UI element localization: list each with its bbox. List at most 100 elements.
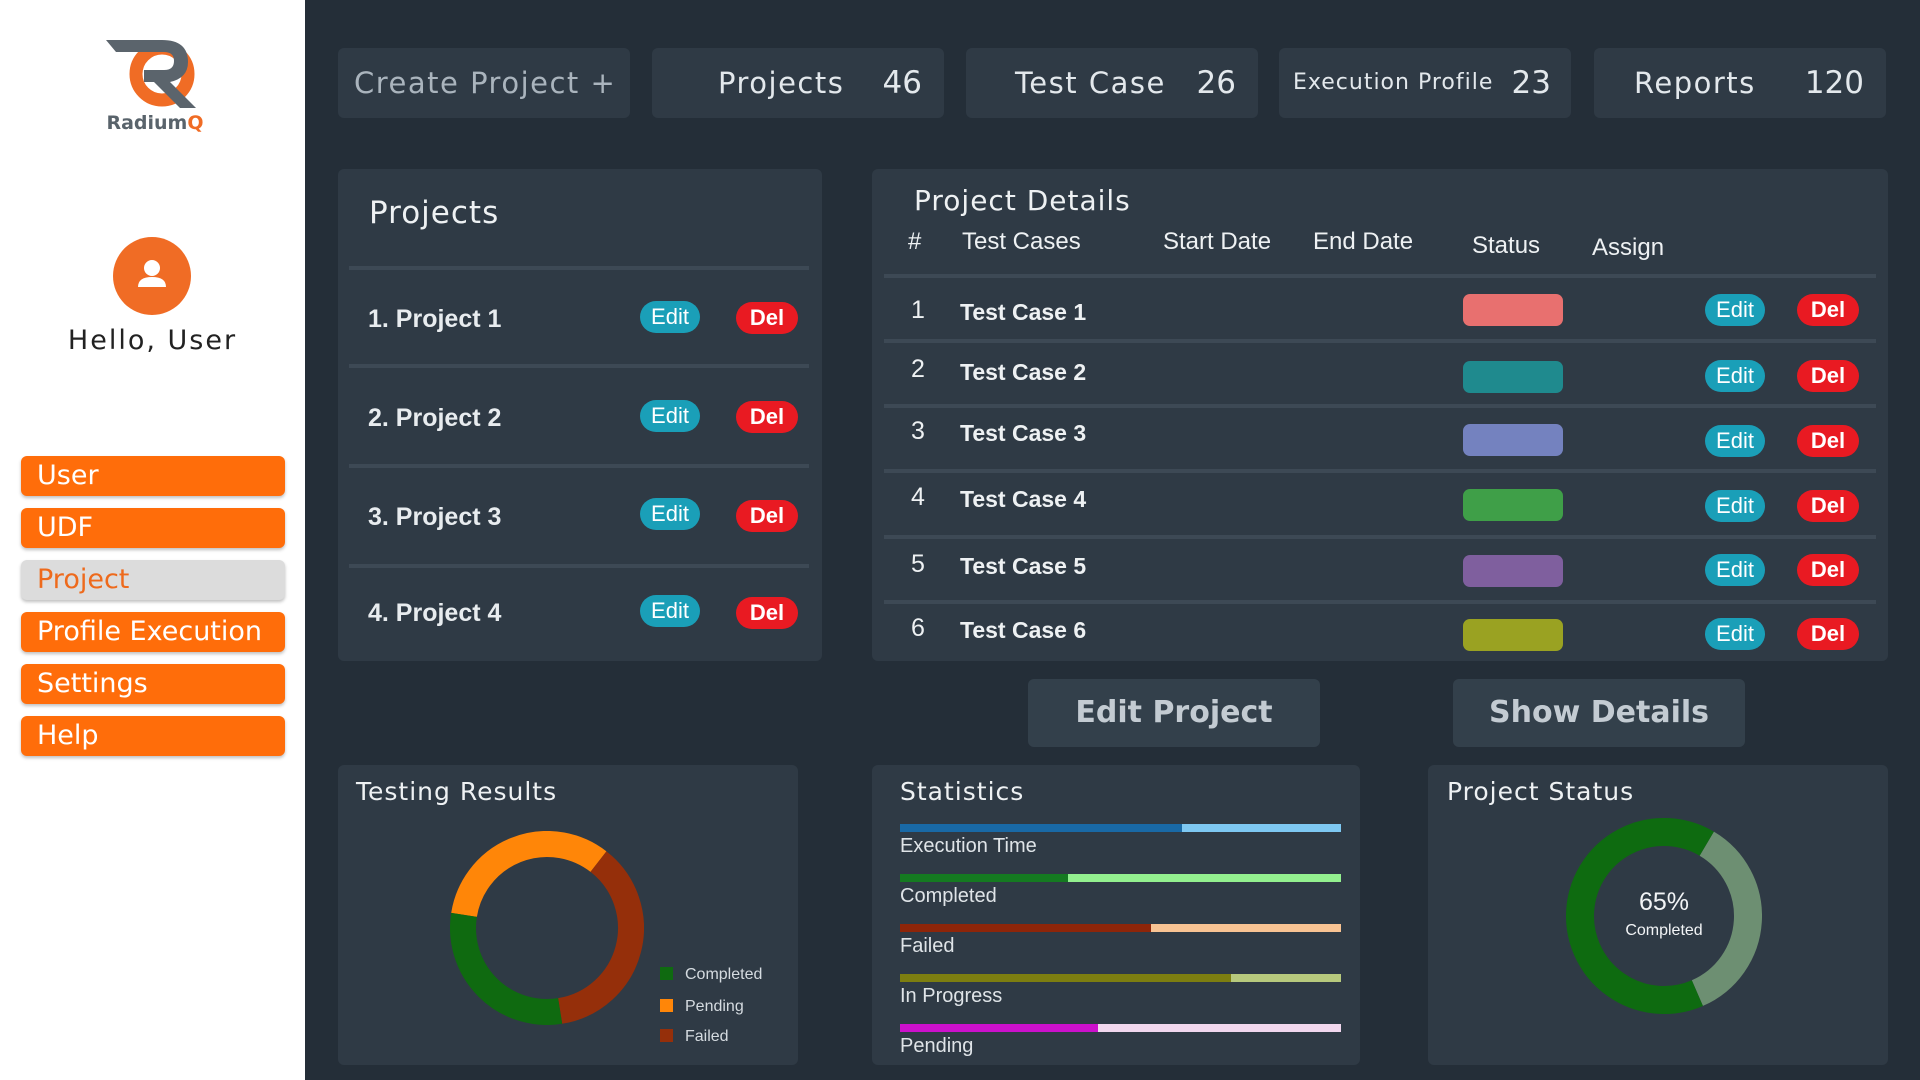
testing-results-title: Testing Results (356, 777, 558, 806)
projects-panel: Projects 1. Project 1 Edit Del 2. Projec… (338, 169, 822, 661)
status-pill (1463, 361, 1563, 393)
sidebar-item-profile-execution[interactable]: Profile Execution (21, 612, 285, 652)
stat-bar-fill (900, 974, 1231, 982)
stat-bar-in-progress (900, 974, 1341, 982)
create-project-label: Create Project + (354, 66, 617, 100)
project-item-name[interactable]: 1. Project 1 (368, 305, 501, 334)
edit-test-case-4-button[interactable]: Edit (1705, 490, 1765, 522)
stat-bar-failed (900, 924, 1341, 932)
row-number: 1 (911, 296, 925, 324)
test-case-count-label: Test Case (1015, 66, 1166, 100)
stat-bar-fill (900, 874, 1068, 882)
divider (349, 266, 809, 270)
stat-bar-fill (900, 1024, 1099, 1032)
status-pill (1463, 489, 1563, 521)
test-case-count-value: 26 (1196, 65, 1236, 101)
legend-swatch-completed (660, 967, 673, 980)
sidebar-item-user[interactable]: User (21, 456, 285, 496)
edit-project-1-button[interactable]: Edit (640, 301, 700, 333)
column-header-end-date: End Date (1313, 228, 1414, 255)
edit-project-3-button[interactable]: Edit (640, 498, 700, 530)
user-avatar[interactable] (113, 237, 191, 315)
donut-slice-completed (450, 912, 563, 1025)
project-item-name[interactable]: 2. Project 2 (368, 404, 501, 433)
create-project-button[interactable]: Create Project + (338, 48, 630, 118)
stat-bar-completed (900, 874, 1341, 882)
delete-test-case-2-button[interactable]: Del (1797, 360, 1859, 392)
projects-panel-title: Projects (369, 195, 500, 231)
edit-test-case-2-button[interactable]: Edit (1705, 360, 1765, 392)
status-pill (1463, 424, 1563, 456)
delete-test-case-6-button[interactable]: Del (1797, 618, 1859, 650)
divider (884, 535, 1876, 539)
radiumq-logo[interactable]: RadiumQ (95, 30, 215, 140)
project-item-name[interactable]: 4. Project 4 (368, 599, 501, 628)
delete-project-4-button[interactable]: Del (736, 597, 798, 629)
project-item-name[interactable]: 3. Project 3 (368, 503, 501, 532)
stat-label-failed: Failed (900, 935, 955, 957)
edit-project-2-button[interactable]: Edit (640, 400, 700, 432)
stat-bar-fill (900, 924, 1152, 932)
divider (349, 464, 809, 468)
reports-count-card[interactable]: Reports 120 (1594, 48, 1886, 118)
test-case-count-card[interactable]: Test Case 26 (966, 48, 1258, 118)
project-status-title: Project Status (1447, 777, 1635, 806)
testing-results-donut (450, 831, 644, 1025)
projects-count-value: 46 (882, 65, 922, 101)
test-case-name: Test Case 4 (960, 486, 1087, 512)
show-details-button[interactable]: Show Details (1453, 679, 1745, 747)
test-case-name: Test Case 6 (960, 617, 1087, 643)
edit-test-case-3-button[interactable]: Edit (1705, 425, 1765, 457)
delete-test-case-4-button[interactable]: Del (1797, 490, 1859, 522)
legend-failed: Failed (660, 1028, 729, 1046)
legend-completed: Completed (660, 966, 762, 984)
status-pill (1463, 619, 1563, 651)
divider (884, 469, 1876, 473)
donut-slice-remaining (1691, 831, 1762, 1006)
project-details-title: Project Details (914, 184, 1131, 217)
stat-label-in-progress: In Progress (900, 985, 1003, 1007)
divider (349, 364, 809, 368)
row-number: 4 (911, 483, 925, 511)
test-case-name: Test Case 3 (960, 420, 1087, 446)
delete-project-2-button[interactable]: Del (736, 401, 798, 433)
row-number: 2 (911, 355, 925, 383)
statistics-panel (872, 765, 1360, 1065)
sidebar-item-settings[interactable]: Settings (21, 664, 285, 704)
projects-count-card[interactable]: Projects 46 (652, 48, 944, 118)
sidebar-item-project[interactable]: Project (21, 560, 285, 600)
edit-test-case-1-button[interactable]: Edit (1705, 294, 1765, 326)
status-pill (1463, 555, 1563, 587)
execution-profile-count-label: Execution Profile (1293, 70, 1494, 95)
sidebar-nav: User UDF Project Profile Execution Setti… (21, 456, 285, 768)
delete-project-3-button[interactable]: Del (736, 500, 798, 532)
edit-project-button[interactable]: Edit Project (1028, 679, 1320, 747)
status-pill (1463, 294, 1563, 326)
sidebar-item-help[interactable]: Help (21, 716, 285, 756)
legend-label: Pending (685, 998, 744, 1015)
column-header-test-cases: Test Cases (962, 228, 1081, 255)
legend-label: Completed (685, 966, 763, 983)
delete-project-1-button[interactable]: Del (736, 302, 798, 334)
reports-count-value: 120 (1804, 65, 1864, 101)
legend-swatch-pending (660, 999, 673, 1012)
project-status-percent: 65% (1638, 888, 1690, 916)
delete-test-case-1-button[interactable]: Del (1797, 294, 1859, 326)
legend-swatch-failed (660, 1029, 673, 1042)
edit-test-case-6-button[interactable]: Edit (1705, 618, 1765, 650)
divider (884, 600, 1876, 604)
delete-test-case-3-button[interactable]: Del (1797, 425, 1859, 457)
column-header-number: # (908, 228, 922, 255)
edit-test-case-5-button[interactable]: Edit (1705, 554, 1765, 586)
sidebar-item-udf[interactable]: UDF (21, 508, 285, 548)
edit-project-4-button[interactable]: Edit (640, 595, 700, 627)
stat-label-completed: Completed (900, 885, 997, 907)
execution-profile-count-card[interactable]: Execution Profile 23 (1279, 48, 1571, 118)
row-number: 6 (911, 614, 925, 642)
delete-test-case-5-button[interactable]: Del (1797, 554, 1859, 586)
row-number: 3 (911, 417, 925, 445)
projects-count-label: Projects (718, 66, 845, 100)
greeting-text: Hello, User (67, 325, 238, 356)
user-icon (138, 260, 166, 287)
divider (884, 339, 1876, 343)
